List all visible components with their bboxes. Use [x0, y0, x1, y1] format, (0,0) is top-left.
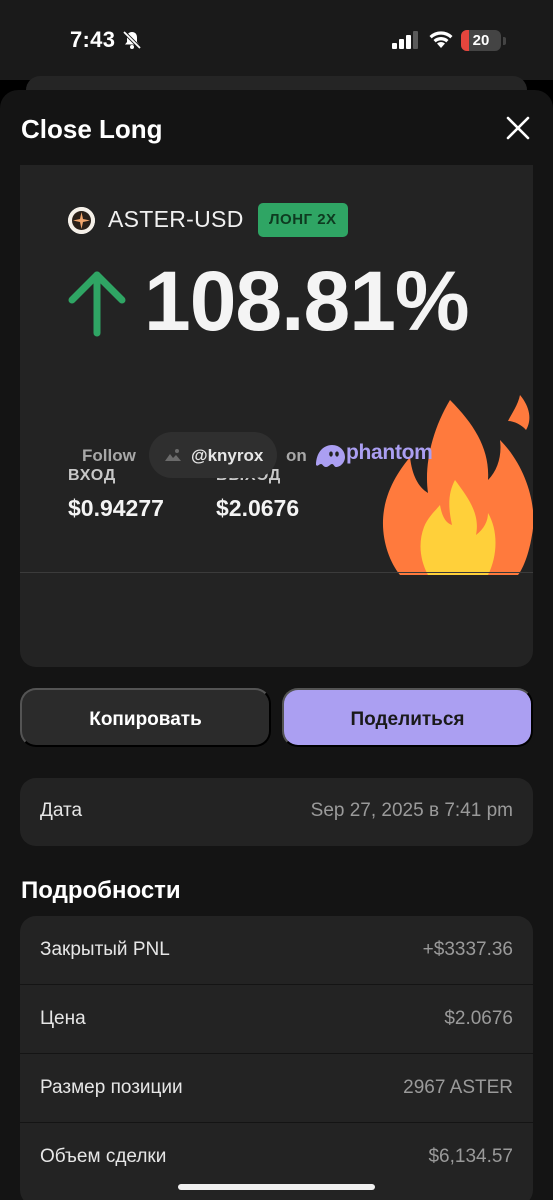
- close-icon[interactable]: [500, 110, 536, 146]
- details-row-price: Цена $2.0676: [20, 985, 533, 1054]
- sheet-title: Close Long: [21, 114, 163, 144]
- details-row-value: +$3337.36: [422, 939, 513, 960]
- cellular-signal-icon: [392, 31, 418, 49]
- details-row-label: Закрытый PNL: [40, 939, 170, 960]
- exit-price: $2.0676: [216, 495, 300, 521]
- status-bar: 7:43 20: [0, 0, 553, 80]
- follow-label: Follow: [82, 446, 136, 465]
- on-label: on: [286, 446, 307, 465]
- home-indicator[interactable]: [178, 1184, 375, 1190]
- avatar-placeholder-icon: [165, 449, 181, 461]
- copy-button[interactable]: Копировать: [20, 688, 271, 747]
- date-row: Дата Sep 27, 2025 в 7:41 pm: [20, 778, 533, 846]
- position-side-badge: ЛОНГ 2X: [258, 203, 348, 237]
- pnl-percent: 108.81%: [144, 254, 470, 348]
- card-divider: [20, 572, 533, 573]
- details-row-closed-pnl: Закрытый PNL +$3337.36: [20, 916, 533, 985]
- fire-icon: [383, 395, 533, 575]
- details-row-value: $6,134.57: [428, 1146, 513, 1167]
- share-button[interactable]: Поделиться: [282, 688, 533, 747]
- pnl-share-card: ASTER-USD ЛОНГ 2X 108.81% ВХОД $0.94277 …: [20, 165, 533, 667]
- details-row-position-size: Размер позиции 2967 ASTER: [20, 1054, 533, 1123]
- bell-muted-icon: [122, 30, 142, 50]
- details-list: Закрытый PNL +$3337.36 Цена $2.0676 Разм…: [20, 916, 533, 1200]
- battery-percent: 20: [472, 32, 490, 49]
- details-row-value: 2967 ASTER: [403, 1077, 513, 1098]
- pair-label: ASTER-USD: [108, 206, 244, 232]
- battery-tip: [503, 37, 506, 45]
- wifi-icon: [429, 31, 453, 48]
- battery-indicator: 20: [461, 30, 501, 51]
- aster-token-icon: [68, 207, 95, 234]
- details-row-label: Объем сделки: [40, 1146, 167, 1167]
- entry-price: $0.94277: [68, 495, 164, 521]
- details-heading: Подробности: [21, 877, 181, 904]
- details-row-value: $2.0676: [444, 1008, 513, 1029]
- status-time: 7:43: [70, 27, 116, 52]
- details-row-label: Цена: [40, 1008, 86, 1029]
- details-row-label: Размер позиции: [40, 1077, 183, 1098]
- entry-label: ВХОД: [68, 467, 117, 484]
- date-value: Sep 27, 2025 в 7:41 pm: [310, 800, 513, 821]
- date-label: Дата: [40, 800, 83, 821]
- phantom-brand-text: phantom: [346, 441, 433, 464]
- user-handle[interactable]: @knyrox: [191, 446, 263, 466]
- details-row-trade-volume: Объем сделки $6,134.57: [20, 1123, 533, 1192]
- phantom-logo-icon: [316, 445, 345, 467]
- up-arrow-icon: [68, 271, 126, 337]
